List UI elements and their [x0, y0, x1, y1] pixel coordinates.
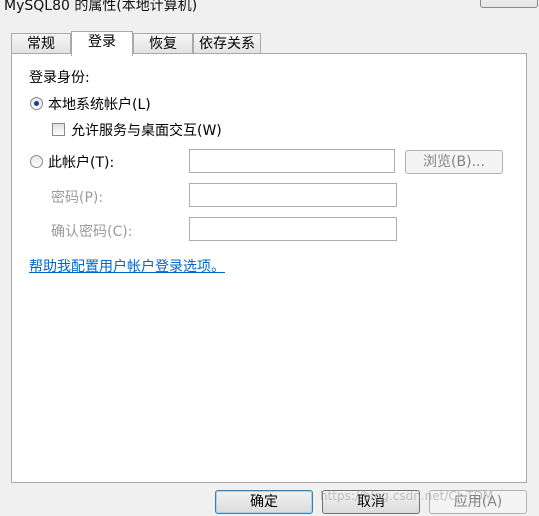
tab-recovery[interactable]: 恢复 — [133, 33, 193, 53]
password-label: 密码(P): — [51, 190, 104, 206]
confirm-password-label: 确认密码(C): — [51, 224, 133, 240]
logon-tab-panel: 登录身份: 本地系统帐户(L) 允许服务与桌面交互(W) 此帐户(T): 浏览(… — [11, 53, 527, 483]
local-system-label[interactable]: 本地系统帐户(L) — [48, 94, 151, 114]
radio-selected-dot — [34, 101, 39, 106]
watermark-text: https://blog.csdn.net/CJ_TDM — [320, 489, 494, 503]
interact-desktop-label[interactable]: 允许服务与桌面交互(W) — [71, 120, 222, 140]
close-button[interactable] — [480, 0, 538, 8]
logon-as-label: 登录身份: — [29, 70, 90, 86]
account-name-input[interactable] — [189, 149, 395, 173]
window-title: MySQL80 的属性(本地计算机) — [4, 0, 198, 14]
tab-logon[interactable]: 登录 — [71, 31, 133, 56]
title-bar: MySQL80 的属性(本地计算机) — [0, 0, 539, 16]
local-system-radio[interactable] — [30, 97, 43, 110]
this-account-radio[interactable] — [30, 155, 43, 168]
properties-dialog: MySQL80 的属性(本地计算机) 常规 登录 恢复 依存关系 登录身份: 本… — [0, 0, 539, 516]
password-input[interactable] — [189, 183, 397, 207]
interact-desktop-checkbox[interactable] — [52, 123, 65, 136]
this-account-label[interactable]: 此帐户(T): — [48, 152, 114, 172]
ok-button[interactable]: 确定 — [215, 490, 313, 514]
tab-general[interactable]: 常规 — [11, 33, 71, 53]
browse-button[interactable]: 浏览(B)... — [405, 150, 503, 174]
tab-dependencies[interactable]: 依存关系 — [193, 33, 261, 53]
help-logon-link[interactable]: 帮助我配置用户帐户登录选项。 — [29, 256, 225, 276]
confirm-password-input[interactable] — [189, 217, 397, 241]
